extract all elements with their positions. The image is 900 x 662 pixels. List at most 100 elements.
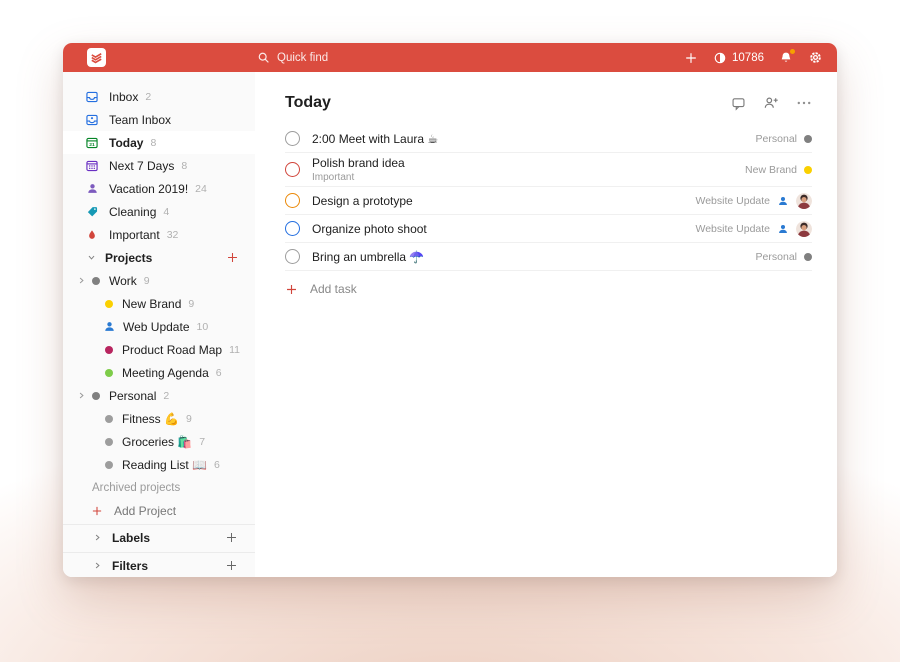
sidebar-item-vacation-2019[interactable]: Vacation 2019! 24 [63, 177, 255, 200]
project-color-dot [105, 461, 113, 469]
chevron-right-icon[interactable] [77, 276, 88, 285]
project-color-dot [105, 415, 113, 423]
filters-section[interactable]: Filters [63, 552, 255, 577]
view-actions [731, 95, 812, 111]
settings-gear-icon[interactable] [808, 50, 823, 65]
shared-project-person-icon [777, 223, 789, 235]
project-label: New Brand [122, 297, 181, 311]
project-count: 9 [188, 298, 194, 310]
labels-label: Labels [112, 531, 150, 545]
task-row: Polish brand idea Important New Brand [285, 153, 812, 187]
task-title[interactable]: Organize photo shoot [312, 222, 427, 236]
sidebar-project-product-road-map[interactable]: Product Road Map 11 [63, 338, 255, 361]
filters-label: Filters [112, 559, 148, 573]
project-color-dot [105, 300, 113, 308]
task-meta: Personal [756, 251, 812, 263]
sidebar-project-meeting-agenda[interactable]: Meeting Agenda 6 [63, 361, 255, 384]
task-checkbox[interactable] [285, 221, 300, 236]
task-title[interactable]: Design a prototype [312, 194, 413, 208]
task-project-name[interactable]: New Brand [745, 164, 797, 176]
task-label-tag[interactable]: Important [312, 172, 405, 183]
notifications-bell-icon[interactable] [779, 51, 793, 65]
assignee-avatar[interactable] [796, 221, 812, 237]
comments-icon[interactable] [731, 96, 746, 111]
topbar-actions: 10786 [684, 50, 823, 65]
quick-add-plus-icon[interactable] [684, 51, 698, 65]
archived-projects-link[interactable]: Archived projects [63, 476, 255, 499]
task-checkbox[interactable] [285, 193, 300, 208]
task-title[interactable]: Bring an umbrella ☂️ [312, 250, 424, 264]
task-row: Organize photo shoot Website Update [285, 215, 812, 243]
project-label: Work [109, 274, 137, 288]
shared-project-person-icon [103, 320, 116, 333]
karma-score[interactable]: 10786 [713, 51, 764, 65]
sidebar-item-cleaning[interactable]: Cleaning 4 [63, 200, 255, 223]
todoist-logo-icon[interactable] [87, 48, 106, 67]
project-label: Groceries 🛍️ [122, 435, 192, 449]
item-count: 32 [167, 229, 179, 241]
sidebar-item-important[interactable]: Important 32 [63, 223, 255, 246]
task-row: Bring an umbrella ☂️ Personal [285, 243, 812, 271]
projects-section-header[interactable]: Projects [63, 246, 255, 269]
sidebar-project-new-brand[interactable]: New Brand 9 [63, 292, 255, 315]
sidebar-project-reading-list[interactable]: Reading List 📖 6 [63, 453, 255, 476]
flame-icon [85, 228, 99, 242]
add-filter-plus-icon[interactable] [225, 559, 238, 572]
search-icon [257, 51, 270, 64]
project-count: 9 [144, 275, 150, 287]
chevron-right-icon[interactable] [77, 391, 88, 400]
project-count: 11 [229, 344, 240, 356]
item-count: 4 [163, 206, 169, 218]
add-project-label: Add Project [114, 504, 176, 518]
sidebar-project-groceries[interactable]: Groceries 🛍️ 7 [63, 430, 255, 453]
share-person-add-icon[interactable] [763, 95, 779, 111]
karma-icon [713, 51, 727, 65]
task-project-name[interactable]: Website Update [695, 195, 770, 207]
task-title[interactable]: Polish brand idea [312, 156, 405, 170]
task-checkbox[interactable] [285, 162, 300, 177]
sidebar-item-today[interactable]: 21 Today 8 [63, 131, 255, 154]
assignee-avatar[interactable] [796, 193, 812, 209]
topbar: Quick find 10786 [63, 43, 837, 72]
project-label: Web Update [123, 320, 190, 334]
sidebar-project-personal[interactable]: Personal 2 [63, 384, 255, 407]
person-icon [85, 182, 99, 196]
sidebar-item-label: Cleaning [109, 205, 156, 219]
chevron-right-icon [93, 533, 102, 542]
add-label-plus-icon[interactable] [225, 531, 238, 544]
project-label: Meeting Agenda [122, 366, 209, 380]
task-checkbox[interactable] [285, 249, 300, 264]
project-label: Personal [109, 389, 156, 403]
sidebar-project-fitness[interactable]: Fitness 💪 9 [63, 407, 255, 430]
project-color-dot [105, 369, 113, 377]
task-meta: Personal [756, 133, 812, 145]
labels-section[interactable]: Labels [63, 524, 255, 550]
sidebar-item-team-inbox[interactable]: Team Inbox [63, 108, 255, 131]
add-project-button[interactable]: Add Project [63, 499, 255, 522]
project-count: 7 [199, 436, 205, 448]
project-color-dot [105, 438, 113, 446]
sidebar-item-label: Next 7 Days [109, 159, 174, 173]
project-color-dot [804, 253, 812, 261]
today-calendar-icon: 21 [85, 136, 99, 150]
task-project-name[interactable]: Personal [756, 251, 797, 263]
sidebar-item-next-7-days[interactable]: Next 7 Days 8 [63, 154, 255, 177]
add-project-plus-icon[interactable] [226, 251, 239, 264]
svg-text:21: 21 [89, 142, 95, 148]
project-label: Product Road Map [122, 343, 222, 357]
task-row: 2:00 Meet with Laura ☕ Personal [285, 125, 812, 153]
sidebar-item-inbox[interactable]: Inbox 2 [63, 85, 255, 108]
tag-icon [85, 205, 99, 219]
project-color-dot [92, 392, 100, 400]
task-row: Design a prototype Website Update [285, 187, 812, 215]
quick-find-search[interactable]: Quick find [257, 51, 328, 64]
add-task-button[interactable]: Add task [285, 282, 812, 296]
more-options-icon[interactable] [796, 95, 812, 111]
task-project-name[interactable]: Website Update [695, 223, 770, 235]
task-project-name[interactable]: Personal [756, 133, 797, 145]
task-checkbox[interactable] [285, 131, 300, 146]
chevron-right-icon [93, 561, 102, 570]
sidebar-project-web-update[interactable]: Web Update 10 [63, 315, 255, 338]
sidebar-project-work[interactable]: Work 9 [63, 269, 255, 292]
task-title[interactable]: 2:00 Meet with Laura ☕ [312, 132, 438, 146]
